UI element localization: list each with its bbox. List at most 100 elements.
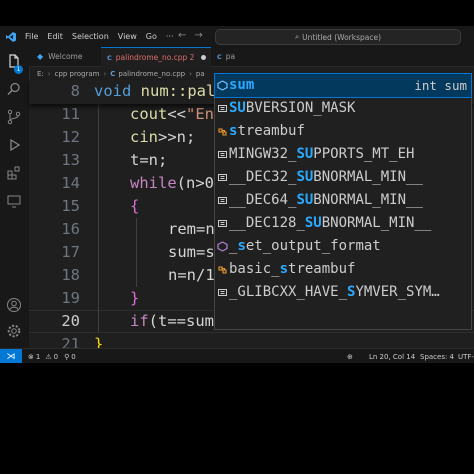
suggest-item-label: __DEC32_SUBNORMAL_MIN__: [229, 166, 423, 189]
run-debug-icon[interactable]: [6, 137, 22, 153]
warning-icon: ⚠: [45, 352, 52, 361]
breadcrumb-file[interactable]: palindrome_no.cpp: [118, 70, 185, 78]
line-number: 16: [61, 220, 80, 238]
tab-palindrome-no-cpp[interactable]: C palindrome_no.cpp 2: [101, 47, 211, 67]
label-match: SU: [304, 215, 322, 231]
account-icon[interactable]: [6, 297, 22, 313]
manage-gear-icon[interactable]: [6, 323, 22, 339]
code-line-16: rem=n: [168, 220, 215, 238]
constant-icon: [218, 105, 227, 112]
ports-icon: ⚲: [64, 352, 70, 361]
tab-pa[interactable]: C pa: [211, 47, 241, 66]
cursor-position[interactable]: Ln 20, Col 14: [369, 349, 415, 363]
code-rest: >>n;: [158, 128, 196, 146]
label-prefix: __DEC128_: [229, 215, 305, 231]
menu-more[interactable]: ···: [166, 32, 174, 41]
menu-go[interactable]: Go: [146, 32, 157, 41]
code-rest: (n>0: [176, 174, 214, 192]
activity-bar: 1: [0, 47, 30, 348]
menu-file[interactable]: File: [25, 32, 38, 41]
string-token: "En: [186, 105, 214, 123]
suggest-item-label: MINGW32_SUPPORTS_MT_EH: [229, 143, 414, 166]
suggest-item[interactable]: basic_streambuf: [215, 258, 471, 281]
line-number: 19: [61, 289, 80, 307]
suggest-item-label: streambuf: [229, 120, 305, 143]
breadcrumb-drive[interactable]: E:: [37, 70, 44, 78]
tab-label: Welcome: [48, 52, 83, 61]
suggest-item[interactable]: MINGW32_SUPPORTS_MT_EH: [215, 143, 471, 166]
forward-arrow-icon[interactable]: →: [194, 30, 210, 41]
suggest-item[interactable]: _GLIBCXX_HAVE_SYMVER_SYM…: [215, 281, 471, 304]
source-control-icon[interactable]: [6, 109, 22, 125]
remote-explorer-icon[interactable]: [6, 193, 22, 209]
suggest-item[interactable]: streambuf: [215, 120, 471, 143]
code-line-15: {: [130, 197, 140, 215]
line-number: 17: [61, 243, 80, 261]
constant-icon: [218, 289, 227, 296]
code-line-8: void num::pal: [94, 80, 215, 103]
chevron-right-icon: ›: [103, 69, 107, 78]
tab-label: palindrome_no.cpp 2: [115, 53, 195, 62]
code-rest: (t==sum): [148, 312, 224, 330]
zoom-icon[interactable]: ⊕: [347, 349, 353, 363]
code-line-20: if(t==sum): [130, 310, 223, 333]
constant-icon: [218, 174, 227, 181]
menu-selection[interactable]: Selection: [72, 32, 109, 41]
vscode-window: File Edit Selection View Go ··· ←→ ⌕ Unt…: [0, 26, 474, 363]
class-icon: [218, 128, 227, 136]
suggest-item[interactable]: sum int sum: [214, 73, 472, 98]
constant-icon: [218, 220, 227, 227]
menu-edit[interactable]: Edit: [47, 32, 63, 41]
indentation[interactable]: Spaces: 4: [420, 349, 454, 363]
label-match: SU: [296, 192, 314, 208]
ports-indicator[interactable]: ⚲ 0: [64, 353, 76, 361]
unsaved-dot-icon[interactable]: [201, 55, 207, 60]
error-count: 1: [35, 352, 41, 361]
suggest-item[interactable]: _set_output_format: [215, 235, 471, 258]
indent-guide: [136, 218, 137, 287]
status-bar: ⋊ ⊗ 1 ⚠ 0 ⚲ 0 ⊕ Ln 20, Col 14 Spaces: 4 UTF…: [0, 348, 474, 363]
breadcrumb-symbol[interactable]: pa: [196, 70, 205, 78]
problems-indicator[interactable]: ⊗ 1 ⚠ 0: [28, 353, 58, 361]
suggest-item-label: basic_streambuf: [229, 258, 355, 281]
menu-view[interactable]: View: [118, 32, 137, 41]
line-number: 14: [61, 174, 80, 192]
keyword-token: if: [130, 312, 149, 330]
identifier-token: cin: [130, 128, 158, 146]
label-suffix: BNORMAL_MIN__: [321, 215, 432, 231]
vscode-logo-icon: ◆: [37, 52, 44, 61]
code-line-19: }: [130, 289, 140, 307]
chevron-right-icon: ›: [189, 69, 192, 78]
tab-welcome[interactable]: ◆ Welcome: [29, 47, 101, 66]
label-suffix: BNORMAL_MIN__: [313, 192, 423, 208]
back-arrow-icon[interactable]: ←: [178, 30, 194, 41]
operator-token: <<: [167, 105, 186, 123]
command-center-search[interactable]: ⌕ Untitled (Workspace): [215, 29, 461, 45]
label-suffix: treambuf: [288, 261, 356, 277]
chevron-right-icon: ›: [47, 69, 51, 78]
workspace-title: Untitled (Workspace): [302, 32, 382, 42]
extensions-icon[interactable]: [6, 165, 22, 181]
line-number: 8: [70, 82, 80, 100]
search-icon[interactable]: [6, 81, 22, 97]
line-number: 11: [61, 105, 80, 123]
explorer-badge: 1: [14, 65, 23, 74]
suggest-item[interactable]: SUBVERSION_MASK: [215, 97, 471, 120]
label-match: SU: [296, 169, 314, 185]
label-match: sum: [229, 77, 255, 93]
code-line-17: sum=s: [168, 243, 215, 261]
label-prefix: _GLIBCXX_HAVE_: [229, 284, 348, 300]
suggest-item-label: __DEC128_SUBNORMAL_MIN__: [229, 212, 431, 235]
remote-indicator-icon[interactable]: ⋊: [0, 349, 22, 363]
suggest-item[interactable]: __DEC64_SUBNORMAL_MIN__: [215, 189, 471, 212]
search-icon: ⌕: [294, 32, 300, 41]
suggest-item[interactable]: __DEC32_SUBNORMAL_MIN__: [215, 166, 471, 189]
breadcrumb-folder[interactable]: cpp program: [55, 70, 100, 78]
encoding[interactable]: UTF-: [458, 349, 474, 363]
code-line-12: cin>>n;: [130, 126, 195, 149]
label-suffix: YMVER_SYM…: [355, 284, 440, 300]
label-match: SU: [296, 146, 314, 162]
label-prefix: MINGW32_: [229, 146, 297, 162]
suggest-item[interactable]: __DEC128_SUBNORMAL_MIN__: [215, 212, 471, 235]
indent-guide: [98, 104, 99, 333]
